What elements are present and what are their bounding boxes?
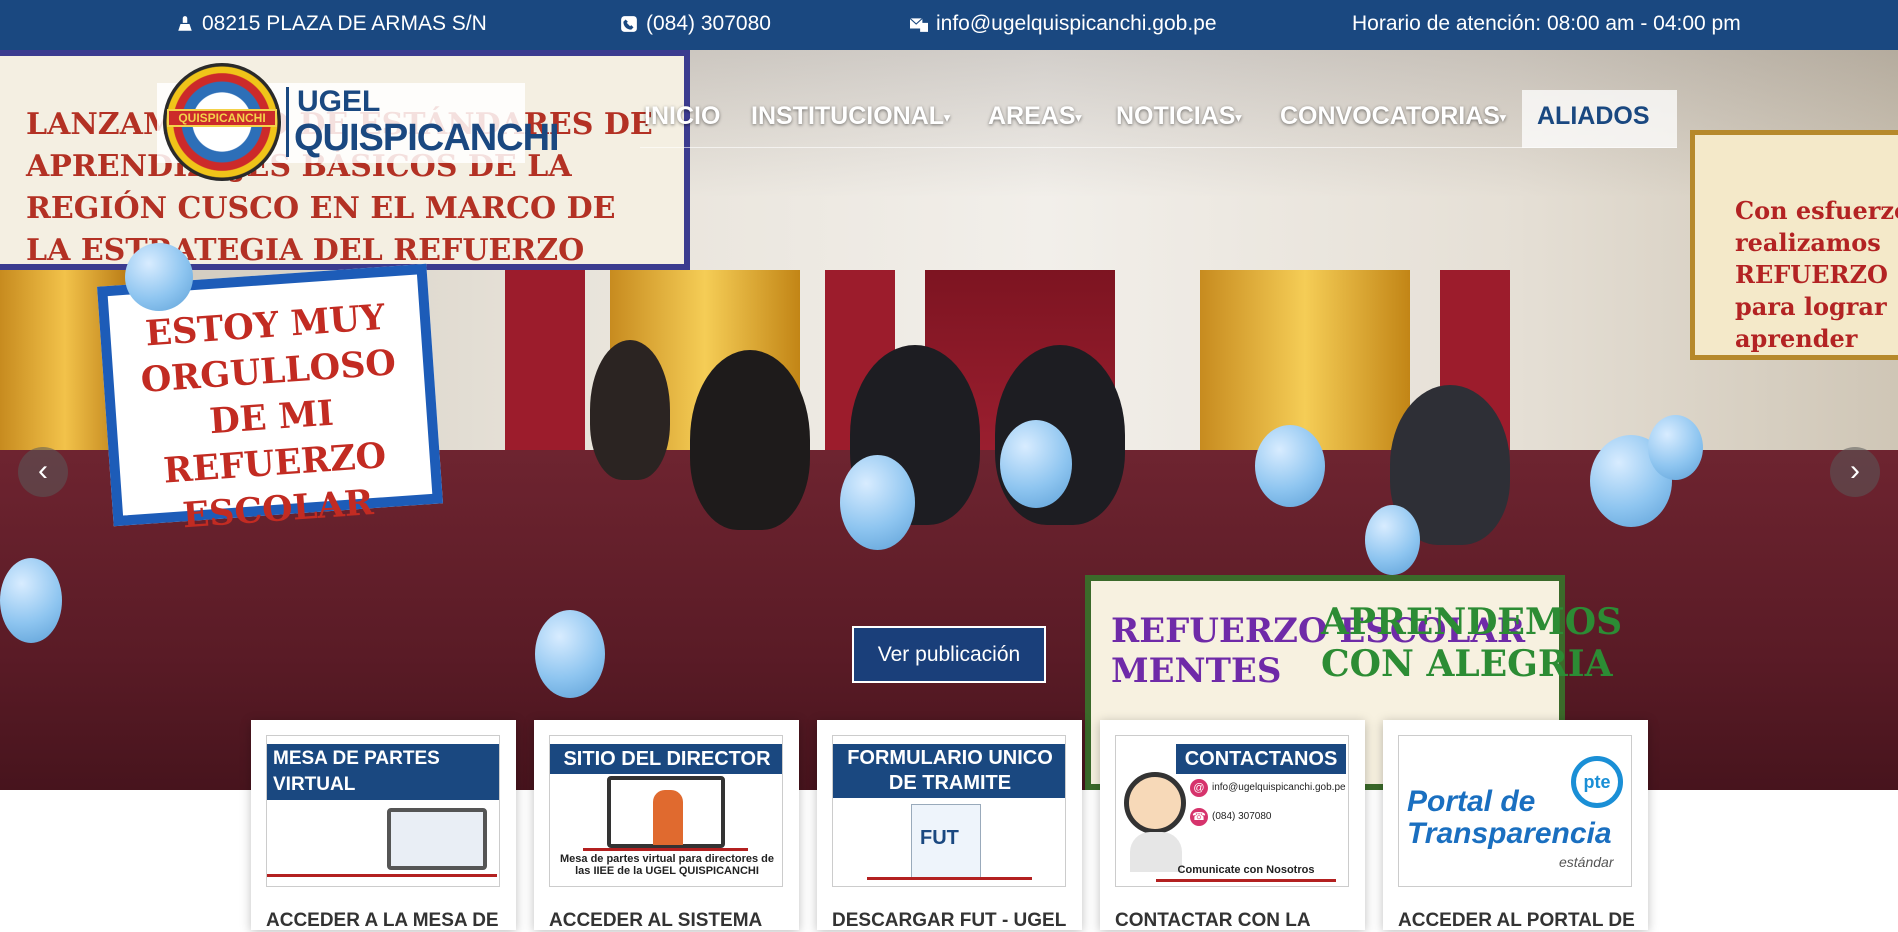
nav-item-institucional[interactable]: INSTITUCIONAL▾ bbox=[751, 102, 950, 131]
balloon bbox=[1000, 420, 1072, 508]
caret-down-icon: ▾ bbox=[944, 110, 951, 125]
chevron-left-icon: ‹ bbox=[38, 454, 48, 487]
at-icon: @ bbox=[1190, 779, 1208, 797]
divider-line bbox=[583, 848, 748, 851]
divider-line bbox=[1156, 879, 1336, 882]
prev-slide-button[interactable]: ‹ bbox=[18, 447, 68, 497]
card-thumbnail: pte Portal de Transparencia estándar bbox=[1398, 735, 1632, 887]
person-icon bbox=[653, 790, 683, 845]
monitor-icon bbox=[387, 808, 487, 870]
card-thumb-heading: Portal de Transparencia bbox=[1407, 785, 1612, 850]
nav-item-noticias[interactable]: NOTICIAS▾ bbox=[1116, 102, 1241, 131]
balloon bbox=[1365, 505, 1420, 575]
poster-right-text: APRENDEMOS CON ALEGRIA bbox=[1321, 601, 1623, 685]
person bbox=[690, 350, 810, 530]
right-banner: Con esfuerzo realizamos REFUERZO para lo… bbox=[1690, 130, 1898, 360]
mail-icon bbox=[910, 17, 928, 32]
card-mesa-partes[interactable]: MESA DE PARTES VIRTUAL ACCEDER A LA MESA… bbox=[251, 720, 516, 931]
balloon bbox=[0, 558, 62, 643]
emblem-label: QUISPICANCHI bbox=[167, 109, 277, 127]
logo-divider bbox=[286, 87, 289, 157]
view-post-button[interactable]: Ver publicación bbox=[852, 626, 1046, 683]
card-thumbnail: MESA DE PARTES VIRTUAL bbox=[266, 735, 500, 887]
card-title: ACCEDER AL SISTEMA bbox=[549, 910, 763, 931]
balloon bbox=[535, 610, 605, 698]
nav-item-areas[interactable]: AREAS▾ bbox=[988, 102, 1082, 131]
nav-label: ALIADOS bbox=[1537, 102, 1650, 130]
balloon bbox=[1648, 415, 1703, 480]
caret-down-icon: ▾ bbox=[1235, 110, 1242, 125]
site-logo[interactable]: QUISPICANCHI UGEL QUISPICANCHI bbox=[157, 63, 560, 181]
contact-email: info@ugelquispicanchi.gob.pe bbox=[1212, 782, 1346, 793]
top-info-bar: 08215 PLAZA DE ARMAS S/N (084) 307080 in… bbox=[0, 0, 1898, 50]
card-title: ACCEDER AL PORTAL DE bbox=[1398, 910, 1635, 931]
card-thumb-heading: MESA DE PARTES VIRTUAL bbox=[267, 744, 499, 800]
card-thumbnail: FORMULARIO UNICO DE TRAMITE FUT bbox=[832, 735, 1066, 887]
address-text: 08215 PLAZA DE ARMAS S/N bbox=[202, 12, 487, 35]
nav-label: NOTICIAS bbox=[1116, 102, 1236, 130]
operator-avatar-icon bbox=[1124, 772, 1186, 834]
laptop-icon bbox=[607, 776, 725, 848]
chevron-right-icon: › bbox=[1850, 454, 1860, 487]
card-thumb-heading: FORMULARIO UNICO DE TRAMITE bbox=[833, 744, 1065, 798]
nav-label: AREAS bbox=[988, 102, 1076, 130]
email-text: info@ugelquispicanchi.gob.pe bbox=[936, 12, 1217, 35]
fut-label: FUT bbox=[920, 827, 959, 849]
phone-icon: ☎ bbox=[1190, 808, 1208, 826]
right-banner-text: Con esfuerzo realizamos REFUERZO para lo… bbox=[1735, 196, 1898, 353]
nav-item-aliados[interactable]: ALIADOS bbox=[1522, 90, 1677, 148]
card-thumb-subtitle: Comunicate con Nosotros bbox=[1177, 864, 1315, 876]
phone-text: (084) 307080 bbox=[646, 12, 771, 35]
caret-down-icon: ▾ bbox=[1499, 110, 1506, 125]
card-sitio-director[interactable]: SITIO DEL DIRECTOR Mesa de partes virtua… bbox=[534, 720, 799, 931]
card-fut[interactable]: FORMULARIO UNICO DE TRAMITE FUT DESCARGA… bbox=[817, 720, 1082, 931]
logo-line2: QUISPICANCHI bbox=[294, 117, 560, 159]
card-thumb-subtitle: estándar bbox=[1559, 854, 1614, 870]
nav-item-inicio[interactable]: INICIO bbox=[644, 102, 720, 131]
nav-label: INICIO bbox=[644, 102, 721, 130]
card-thumb-subtitle: Mesa de partes virtual para directores d… bbox=[560, 853, 774, 877]
card-thumbnail: CONTACTANOS @ info@ugelquispicanchi.gob.… bbox=[1115, 735, 1349, 887]
card-title: CONTACTAR CON LA bbox=[1115, 910, 1311, 931]
divider-line bbox=[867, 877, 1032, 880]
card-title: ACCEDER A LA MESA DE bbox=[266, 910, 499, 931]
card-title: DESCARGAR FUT - UGEL bbox=[832, 910, 1067, 931]
balloon bbox=[125, 243, 193, 311]
card-thumb-heading: CONTACTANOS bbox=[1176, 744, 1346, 774]
main-nav: INICIO INSTITUCIONAL▾ AREAS▾ NOTICIAS▾ C… bbox=[640, 90, 1677, 148]
card-transparencia[interactable]: pte Portal de Transparencia estándar ACC… bbox=[1383, 720, 1648, 931]
phone-icon bbox=[621, 16, 637, 32]
card-thumb-heading: SITIO DEL DIRECTOR bbox=[550, 744, 782, 774]
nav-label: CONVOCATORIAS bbox=[1280, 102, 1500, 130]
address-item: 08215 PLAZA DE ARMAS S/N bbox=[176, 12, 487, 36]
hours-text: Horario de atención: 08:00 am - 04:00 pm bbox=[1352, 12, 1741, 35]
person bbox=[590, 340, 670, 480]
nav-label: INSTITUCIONAL bbox=[751, 102, 945, 130]
caret-down-icon: ▾ bbox=[1075, 110, 1082, 125]
divider-line bbox=[267, 874, 497, 877]
next-slide-button[interactable]: › bbox=[1830, 447, 1880, 497]
balloon bbox=[840, 455, 915, 550]
phone-item[interactable]: (084) 307080 bbox=[620, 12, 771, 36]
nav-item-convocatorias[interactable]: CONVOCATORIAS▾ bbox=[1280, 102, 1506, 131]
hours-item: Horario de atención: 08:00 am - 04:00 pm bbox=[1352, 12, 1741, 36]
document-icon: FUT bbox=[911, 804, 981, 878]
card-contactanos[interactable]: CONTACTANOS @ info@ugelquispicanchi.gob.… bbox=[1100, 720, 1365, 931]
balloon bbox=[1255, 425, 1325, 507]
logo-line1: UGEL bbox=[297, 85, 381, 118]
email-item[interactable]: info@ugelquispicanchi.gob.pe bbox=[910, 12, 1217, 36]
contact-phone: (084) 307080 bbox=[1212, 811, 1272, 822]
card-thumbnail: SITIO DEL DIRECTOR Mesa de partes virtua… bbox=[549, 735, 783, 887]
location-icon bbox=[178, 16, 192, 31]
student-sign-text: ESTOY MUY ORGULLOSO DE MI REFUERZO ESCOL… bbox=[139, 296, 398, 537]
